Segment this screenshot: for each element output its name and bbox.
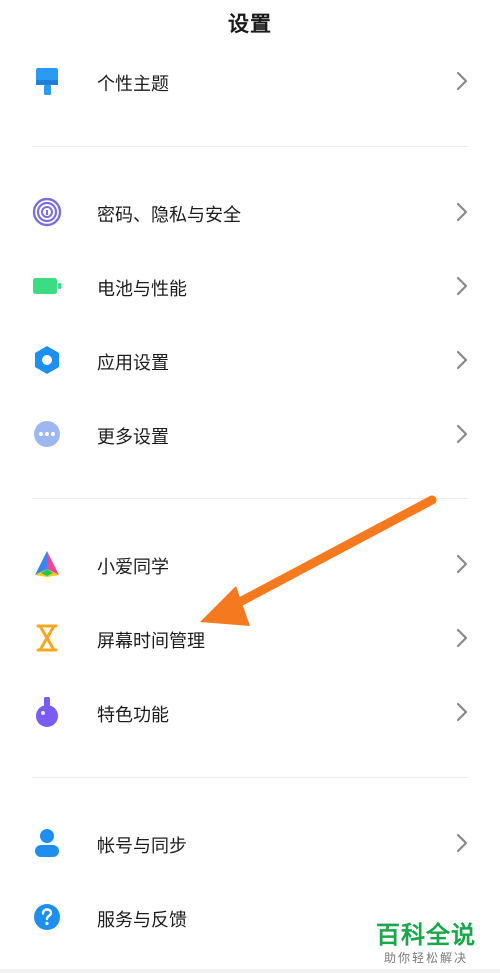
chevron-right-icon: [453, 627, 471, 649]
section-divider: [32, 498, 468, 499]
watermark-subtitle: 助你轻松解决: [383, 951, 468, 965]
chevron-right-icon: [453, 275, 471, 297]
settings-item-label: 电池与性能: [97, 279, 187, 300]
person-icon: [30, 828, 64, 858]
xiaoai-icon: [30, 549, 64, 579]
bottom-edge: [0, 969, 500, 973]
settings-item-label: 更多设置: [97, 427, 169, 448]
settings-item-special-features[interactable]: 特色功能: [0, 677, 500, 747]
settings-item-screen-time[interactable]: 屏幕时间管理: [0, 603, 500, 673]
settings-item-label: 小爱同学: [97, 557, 169, 578]
chevron-right-icon: [453, 701, 471, 723]
fingerprint-icon: [30, 197, 64, 227]
settings-item-app-settings[interactable]: 应用设置: [0, 325, 500, 395]
section-divider: [32, 146, 468, 147]
battery-icon: [30, 271, 64, 301]
paintbrush-icon: [30, 66, 64, 96]
settings-item-label: 服务与反馈: [97, 910, 187, 931]
settings-item-theme[interactable]: 个性主题: [0, 46, 500, 116]
more-dots-icon: [30, 419, 64, 449]
gear-icon: [30, 345, 64, 375]
flask-icon: [30, 697, 64, 727]
section-divider: [32, 777, 468, 778]
watermark: 百科全说 助你轻松解决: [366, 921, 486, 967]
chevron-right-icon: [453, 201, 471, 223]
settings-item-label: 帐号与同步: [97, 836, 187, 857]
chevron-right-icon: [453, 349, 471, 371]
settings-item-account-sync[interactable]: 帐号与同步: [0, 808, 500, 878]
settings-item-label: 应用设置: [97, 353, 169, 374]
chevron-right-icon: [453, 70, 471, 92]
page-title: 设置: [228, 12, 272, 36]
help-icon: [30, 902, 64, 932]
settings-item-label: 个性主题: [97, 74, 169, 95]
watermark-title: 百科全说: [376, 921, 476, 949]
settings-item-password-privacy[interactable]: 密码、隐私与安全: [0, 177, 500, 247]
chevron-right-icon: [453, 553, 471, 575]
chevron-right-icon: [453, 832, 471, 854]
settings-item-more-settings[interactable]: 更多设置: [0, 399, 500, 469]
settings-item-label: 密码、隐私与安全: [97, 205, 241, 226]
settings-item-battery[interactable]: 电池与性能: [0, 251, 500, 321]
settings-item-label: 屏幕时间管理: [97, 631, 205, 652]
settings-item-xiaoai[interactable]: 小爱同学: [0, 529, 500, 599]
settings-item-label: 特色功能: [97, 705, 169, 726]
chevron-right-icon: [453, 423, 471, 445]
hourglass-icon: [30, 623, 64, 653]
